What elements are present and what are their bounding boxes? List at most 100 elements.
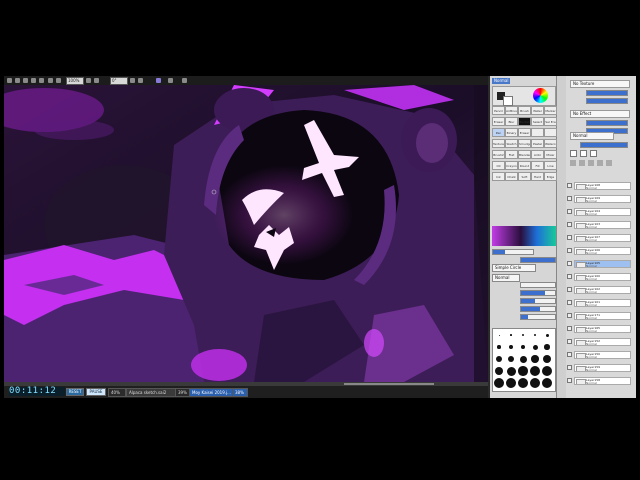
brush-size-dot[interactable] (506, 366, 516, 376)
stabilizer-icon[interactable] (156, 78, 161, 83)
brush-size-dot[interactable] (530, 366, 540, 376)
brush-size-dot[interactable] (543, 355, 551, 363)
brush-size-dot[interactable] (507, 355, 515, 363)
layer-row[interactable]: Layer102 Normal (574, 286, 631, 294)
rotate-icon[interactable] (130, 78, 135, 83)
zoom-in-icon[interactable] (94, 78, 99, 83)
tool-button[interactable]: Pen (492, 128, 505, 137)
flip-icon[interactable] (138, 78, 143, 83)
tool-button[interactable]: Eraser (518, 128, 531, 137)
texture-select[interactable]: No Texture (570, 80, 630, 88)
brush-size-dot[interactable] (533, 333, 537, 337)
task-tab[interactable]: 38% (232, 388, 248, 397)
layer-row[interactable]: Layer107 Normal (574, 234, 631, 242)
grid-icon[interactable] (168, 78, 173, 83)
tool-button[interactable]: Select (531, 117, 544, 126)
layer-row[interactable]: Layer109 Normal (574, 195, 631, 203)
layer-visibility-toggle[interactable] (567, 287, 572, 292)
tool-button[interactable]: Hard (531, 172, 544, 181)
color-wheel-area[interactable] (492, 86, 556, 106)
effect-width-slider[interactable] (586, 120, 628, 126)
brush-size-dot[interactable] (494, 378, 504, 388)
tool-button[interactable]: Edge (544, 172, 557, 181)
layer-row[interactable]: Layer104 Normal (574, 208, 631, 216)
brush-size-dot[interactable] (545, 333, 549, 337)
brush-size-dot[interactable] (531, 355, 539, 363)
task-tab-active[interactable]: Moy Kaisei 2019.j... (189, 388, 235, 397)
layer-row[interactable]: Layer165 Normal (574, 325, 631, 333)
save-icon[interactable] (23, 78, 28, 83)
brush-size-dot[interactable] (494, 366, 504, 376)
brush-size-dot[interactable] (510, 334, 512, 336)
layer-visibility-toggle[interactable] (567, 300, 572, 305)
tool-button[interactable]: Ink (492, 172, 505, 181)
blend-mode-select[interactable]: Normal (570, 132, 614, 140)
layer-row[interactable]: Layer152 Normal (574, 338, 631, 346)
tool-button[interactable]: Mixer (544, 150, 557, 159)
layer-row[interactable]: Layer100 Normal (574, 273, 631, 281)
brush-size-dot[interactable] (519, 355, 527, 363)
tool-button[interactable]: Round (518, 161, 531, 170)
tool-button[interactable]: Soft (518, 172, 531, 181)
tool-button[interactable]: Brush (518, 106, 531, 115)
brush-size-dot[interactable] (498, 334, 500, 336)
open-icon[interactable] (15, 78, 20, 83)
color-wheel[interactable] (533, 88, 548, 103)
layer-row[interactable]: Layer158 Normal (574, 377, 631, 385)
layer-row[interactable]: Layer171 Normal (574, 312, 631, 320)
layer-visibility-toggle[interactable] (567, 274, 572, 279)
tool-button[interactable]: Blur (505, 117, 518, 126)
tool-button[interactable]: Flat (505, 150, 518, 159)
layer-row[interactable]: Layer159 Normal (574, 364, 631, 372)
tool-tab[interactable]: Normal (492, 78, 511, 84)
brush-mode-select[interactable]: Normal (492, 274, 520, 282)
brush-size-dot[interactable] (506, 378, 516, 388)
clear-icon[interactable] (597, 160, 603, 166)
new-layer-icon[interactable] (570, 160, 576, 166)
layer-visibility-toggle[interactable] (567, 313, 572, 318)
brush-size-dot[interactable] (509, 345, 513, 349)
tool-button[interactable]: Water (531, 106, 544, 115)
layer-row[interactable]: Layer150 Normal (574, 351, 631, 359)
dilution-slider[interactable] (520, 298, 556, 304)
color-swatch-bar[interactable] (492, 226, 556, 246)
new-folder-icon[interactable] (579, 160, 585, 166)
min-size-slider[interactable] (520, 282, 556, 288)
layer-visibility-toggle[interactable] (567, 196, 572, 201)
persistence-slider[interactable] (520, 306, 556, 312)
brush-size-dot[interactable] (522, 334, 524, 336)
tool-button[interactable] (531, 128, 544, 137)
brush-size-dot[interactable] (497, 345, 501, 349)
layer-visibility-toggle[interactable] (567, 352, 572, 357)
tool-button[interactable]: Smudge (518, 139, 531, 148)
layer-row[interactable]: Layer106 Normal (574, 247, 631, 255)
secondary-color[interactable] (503, 96, 513, 106)
layer-row[interactable]: Layer105 Normal (574, 260, 631, 268)
layer-visibility-toggle[interactable] (567, 209, 572, 214)
layer-visibility-toggle[interactable] (567, 183, 572, 188)
tool-button[interactable]: Binary (505, 128, 518, 137)
opacity-slider[interactable] (580, 142, 628, 148)
layer-visibility-toggle[interactable] (567, 248, 572, 253)
layer-row[interactable]: Layer103 Normal (574, 221, 631, 229)
tool-button[interactable]: Watercol (544, 139, 557, 148)
texture-strength-slider[interactable] (586, 98, 628, 104)
tool-button[interactable]: Pencil (492, 106, 505, 115)
layer-visibility-toggle[interactable] (567, 261, 572, 266)
brush-size-dot[interactable] (532, 344, 538, 350)
blending-slider[interactable] (520, 290, 556, 296)
tool-button[interactable]: Airbr (531, 150, 544, 159)
delete-layer-icon[interactable] (606, 160, 612, 166)
tool-button[interactable]: Sel Era (544, 117, 557, 126)
redo-icon[interactable] (39, 78, 44, 83)
layer-visibility-toggle[interactable] (567, 235, 572, 240)
tool-button[interactable]: Chalk (505, 172, 518, 181)
size-slider[interactable] (492, 249, 534, 255)
clipping-checkbox[interactable] (580, 150, 587, 157)
angle-field[interactable]: 0° (110, 77, 128, 85)
selection-source-checkbox[interactable] (590, 150, 597, 157)
tool-button[interactable] (544, 128, 557, 137)
layer-visibility-toggle[interactable] (567, 378, 572, 383)
tool-button[interactable]: Brush2 (492, 150, 505, 159)
tool-button[interactable]: Sketch (505, 139, 518, 148)
